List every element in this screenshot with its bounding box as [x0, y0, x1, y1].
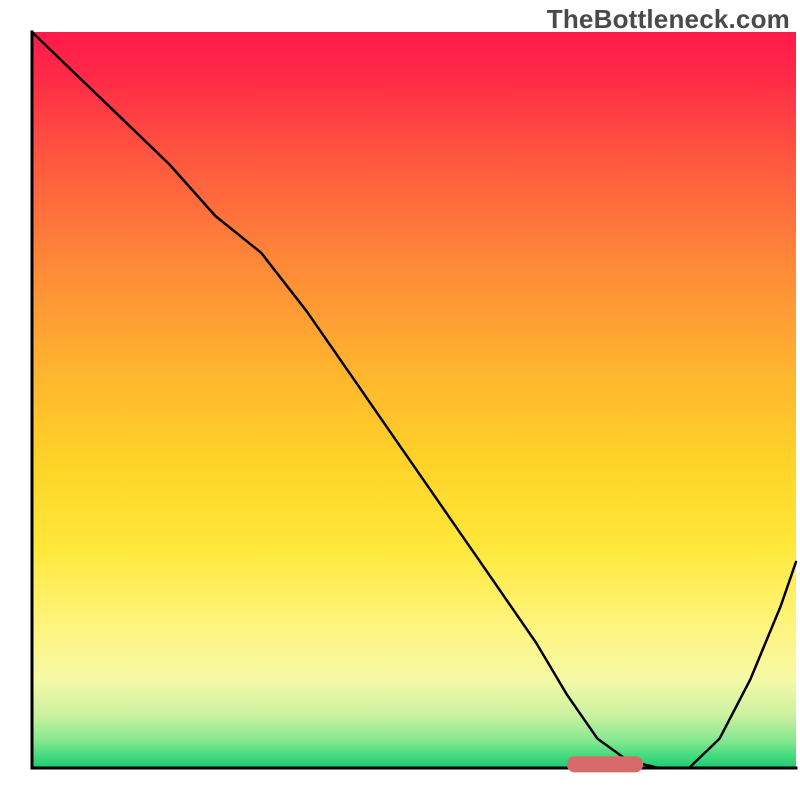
watermark-label: TheBottleneck.com [547, 4, 790, 35]
bottleneck-chart [0, 0, 800, 800]
chart-container: TheBottleneck.com [0, 0, 800, 800]
optimal-zone-marker [567, 756, 643, 772]
